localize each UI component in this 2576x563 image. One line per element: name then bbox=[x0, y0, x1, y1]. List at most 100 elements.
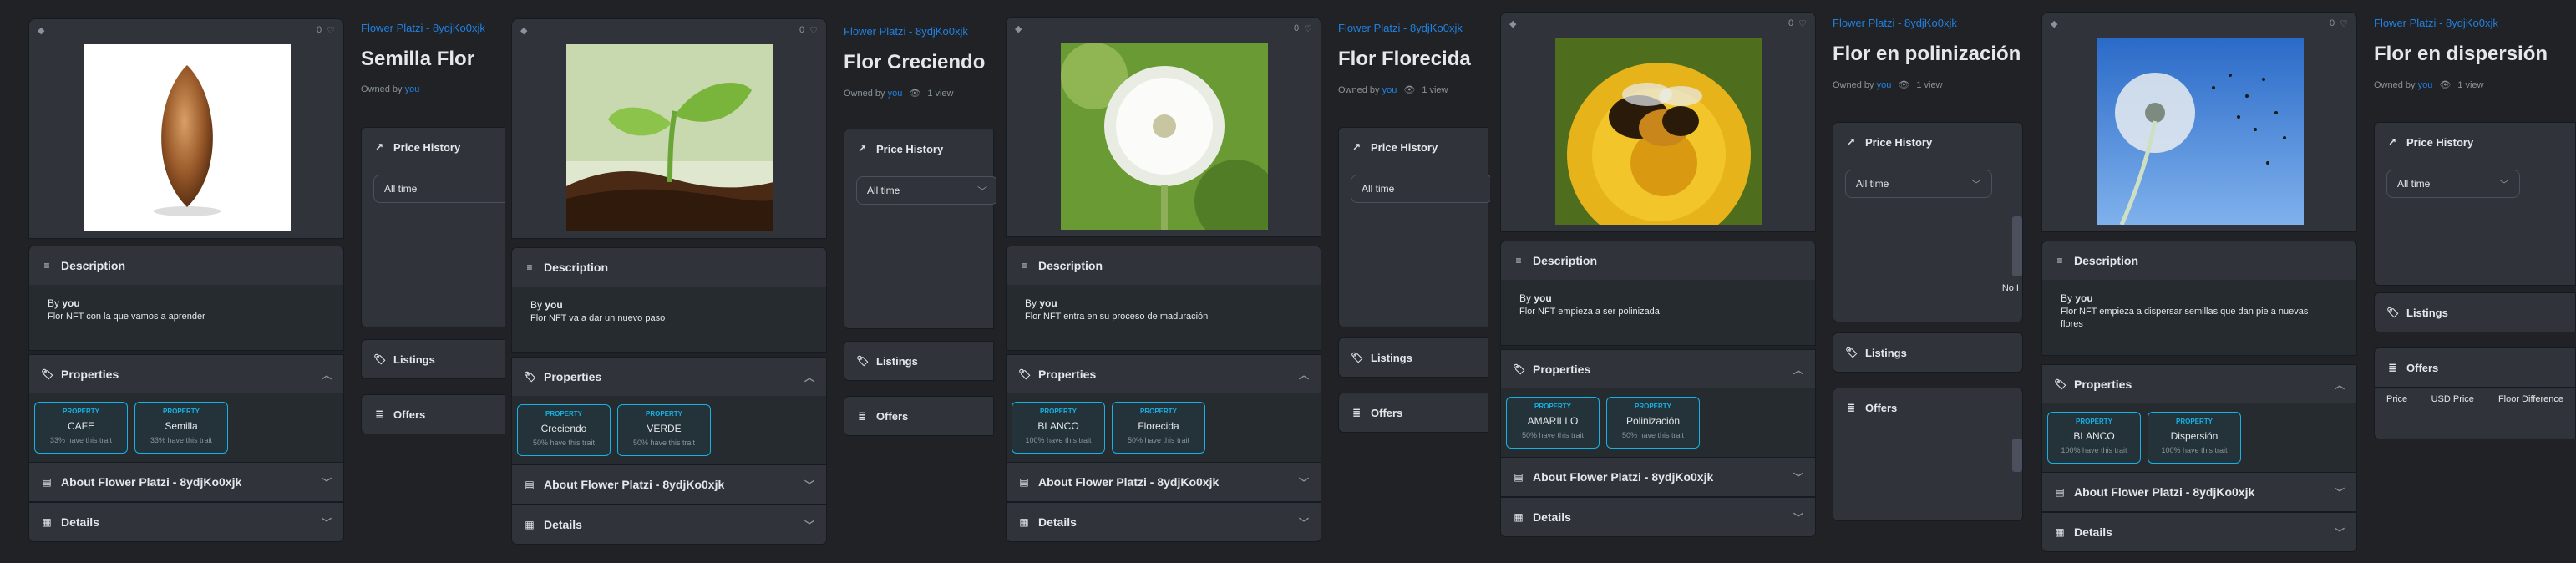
properties-header[interactable]: 🏷 Properties ︿ bbox=[1007, 355, 1321, 393]
price-history-label: Price History bbox=[393, 140, 461, 154]
description-header[interactable]: ≡ Description bbox=[2042, 241, 2356, 280]
collection-link[interactable]: Flower Platzi - 8ydjKo0xjk bbox=[1833, 17, 2033, 29]
property-card[interactable]: PROPERTY Florecida 50% have this trait bbox=[1112, 402, 1205, 454]
collection-link[interactable]: Flower Platzi - 8ydjKo0xjk bbox=[2374, 17, 2574, 29]
time-range-select[interactable]: All time bbox=[373, 175, 505, 203]
nft-image-card: ◆ 0 ♡ bbox=[28, 18, 344, 239]
description-header[interactable]: ≡ Description bbox=[1007, 246, 1321, 285]
time-range-select[interactable]: All time ﹀ bbox=[1845, 170, 1992, 198]
item-summary: Flower Platzi - 8ydjKo0xjk Flor Florecid… bbox=[1338, 22, 1488, 95]
property-rarity: 50% have this trait bbox=[1127, 436, 1190, 444]
image-toolbar: ◆ 0 ♡ bbox=[1501, 13, 1815, 34]
time-range-select[interactable]: All time ﹀ bbox=[2386, 170, 2520, 198]
property-card[interactable]: PROPERTY VERDE 50% have this trait bbox=[617, 404, 711, 456]
views-count: 1 view bbox=[1422, 84, 1448, 95]
chevron-down-icon: ﹀ bbox=[804, 479, 814, 491]
about-section[interactable]: ▤ About Flower Platzi - 8ydjKo0xjk ﹀ bbox=[1006, 462, 1321, 502]
properties-label: Properties bbox=[1533, 363, 1591, 376]
tag-icon: 🏷 bbox=[373, 353, 387, 365]
nft-panel-2: ◆ 0 ♡ ≡ Description By you Flor NFT va a d… bbox=[511, 0, 996, 563]
likes: 0 ♡ bbox=[317, 25, 335, 36]
offers-box[interactable]: ≣ Offers bbox=[361, 394, 505, 434]
details-label: Details bbox=[1533, 510, 1571, 524]
property-type: PROPERTY bbox=[1534, 403, 1571, 410]
heart-icon[interactable]: ♡ bbox=[809, 25, 818, 36]
creator-link[interactable]: you bbox=[1534, 292, 1551, 304]
tag-icon: 🏷 bbox=[1018, 368, 1032, 380]
properties-header[interactable]: 🏷 Properties ︿ bbox=[512, 358, 826, 396]
owner-link[interactable]: you bbox=[2418, 80, 2433, 90]
nft-image[interactable] bbox=[1061, 43, 1268, 230]
collection-link[interactable]: Flower Platzi - 8ydjKo0xjk bbox=[1338, 22, 1488, 34]
properties-header[interactable]: 🏷 Properties ︿ bbox=[2042, 365, 2356, 403]
properties-header[interactable]: 🏷 Properties ︿ bbox=[29, 355, 343, 393]
about-section[interactable]: ▤ About Flower Platzi - 8ydjKo0xjk ﹀ bbox=[28, 462, 344, 502]
details-section[interactable]: ▦ Details ﹀ bbox=[511, 505, 827, 545]
listings-label: Listings bbox=[876, 354, 918, 368]
creator-link[interactable]: you bbox=[1039, 297, 1057, 309]
offers-box[interactable]: ≣ Offers Price USD Price Floor Difference bbox=[2374, 347, 2576, 439]
offers-box[interactable]: ≣ Offers bbox=[1338, 393, 1488, 433]
tag-icon: 🏷 bbox=[41, 368, 54, 380]
creator-link[interactable]: you bbox=[62, 297, 79, 309]
heart-icon[interactable]: ♡ bbox=[2340, 18, 2348, 29]
scrollbar[interactable] bbox=[2012, 216, 2022, 276]
details-section[interactable]: ▦ Details ﹀ bbox=[1006, 502, 1321, 542]
property-card[interactable]: PROPERTY Dispersión 100% have this trait bbox=[2148, 412, 2241, 464]
tag-icon: 🏷 bbox=[2386, 307, 2400, 318]
details-label: Details bbox=[61, 515, 99, 529]
scrollbar[interactable] bbox=[2012, 439, 2022, 472]
offers-box[interactable]: ≣ Offers bbox=[1833, 388, 2023, 521]
listings-box[interactable]: 🏷 Listings bbox=[361, 339, 505, 379]
chevron-down-icon: ﹀ bbox=[1298, 476, 1309, 489]
details-section[interactable]: ▦ Details ﹀ bbox=[28, 502, 344, 542]
tag-icon: 🏷 bbox=[1351, 352, 1364, 363]
nft-image[interactable] bbox=[1555, 38, 1762, 225]
chain-icon: ◆ bbox=[520, 25, 528, 36]
collection-link[interactable]: Flower Platzi - 8ydjKo0xjk bbox=[844, 25, 994, 38]
listings-box[interactable]: 🏷 Listings bbox=[2374, 292, 2576, 332]
about-section[interactable]: ▤ About Flower Platzi - 8ydjKo0xjk ﹀ bbox=[511, 464, 827, 505]
creator-link[interactable]: you bbox=[545, 299, 562, 311]
nft-image[interactable] bbox=[566, 44, 773, 231]
owner-link[interactable]: you bbox=[888, 89, 903, 99]
properties-list: PROPERTY AMARILLO 50% have this trait PROP… bbox=[1501, 388, 1815, 457]
property-card[interactable]: PROPERTY Polinización 50% have this trait bbox=[1606, 397, 1700, 449]
property-card[interactable]: PROPERTY Creciendo 50% have this trait bbox=[517, 404, 611, 456]
description-header[interactable]: ≡ Description bbox=[29, 246, 343, 285]
details-section[interactable]: ▦ Details ﹀ bbox=[2041, 512, 2357, 552]
image-toolbar: ◆ 0 ♡ bbox=[1007, 18, 1321, 39]
details-section[interactable]: ▦ Details ﹀ bbox=[1500, 497, 1816, 537]
about-section[interactable]: ▤ About Flower Platzi - 8ydjKo0xjk ﹀ bbox=[1500, 457, 1816, 497]
description-header[interactable]: ≡ Description bbox=[512, 248, 826, 287]
owner-link[interactable]: you bbox=[1382, 85, 1397, 95]
nft-image[interactable] bbox=[2097, 38, 2304, 225]
listings-box[interactable]: 🏷 Listings bbox=[1833, 332, 2023, 373]
description-header[interactable]: ≡ Description bbox=[1501, 241, 1815, 280]
description-section: ≡ Description By you Flor NFT empieza a d… bbox=[2041, 241, 2357, 356]
properties-header[interactable]: 🏷 Properties ︿ bbox=[1501, 350, 1815, 388]
owner-link[interactable]: you bbox=[405, 84, 420, 94]
heart-icon[interactable]: ♡ bbox=[1798, 18, 1807, 29]
property-card[interactable]: PROPERTY AMARILLO 50% have this trait bbox=[1506, 397, 1600, 449]
nft-image[interactable] bbox=[84, 44, 291, 231]
creator-link[interactable]: you bbox=[2075, 292, 2092, 304]
collection-link[interactable]: Flower Platzi - 8ydjKo0xjk bbox=[361, 22, 505, 34]
property-rarity: 33% have this trait bbox=[49, 436, 113, 444]
owner-link[interactable]: you bbox=[1877, 80, 1892, 90]
property-card[interactable]: PROPERTY BLANCO 100% have this trait bbox=[1012, 402, 1105, 454]
heart-icon[interactable]: ♡ bbox=[1304, 23, 1312, 34]
time-range-select[interactable]: All time ﹀ bbox=[856, 176, 996, 205]
heart-icon[interactable]: ♡ bbox=[327, 25, 335, 36]
property-card[interactable]: PROPERTY BLANCO 100% have this trait bbox=[2047, 412, 2141, 464]
property-type: PROPERTY bbox=[162, 408, 200, 415]
listings-box[interactable]: 🏷 Listings bbox=[1338, 337, 1488, 378]
property-card[interactable]: PROPERTY CAFE 33% have this trait bbox=[34, 402, 128, 454]
offers-box[interactable]: ≣ Offers bbox=[844, 396, 994, 436]
property-card[interactable]: PROPERTY Semilla 33% have this trait bbox=[134, 402, 228, 454]
list-icon: ≡ bbox=[526, 261, 533, 273]
about-section[interactable]: ▤ About Flower Platzi - 8ydjKo0xjk ﹀ bbox=[2041, 472, 2357, 512]
about-label: About Flower Platzi - 8ydjKo0xjk bbox=[1038, 475, 1220, 489]
listings-box[interactable]: 🏷 Listings bbox=[844, 341, 994, 381]
time-range-select[interactable]: All time bbox=[1351, 175, 1490, 203]
